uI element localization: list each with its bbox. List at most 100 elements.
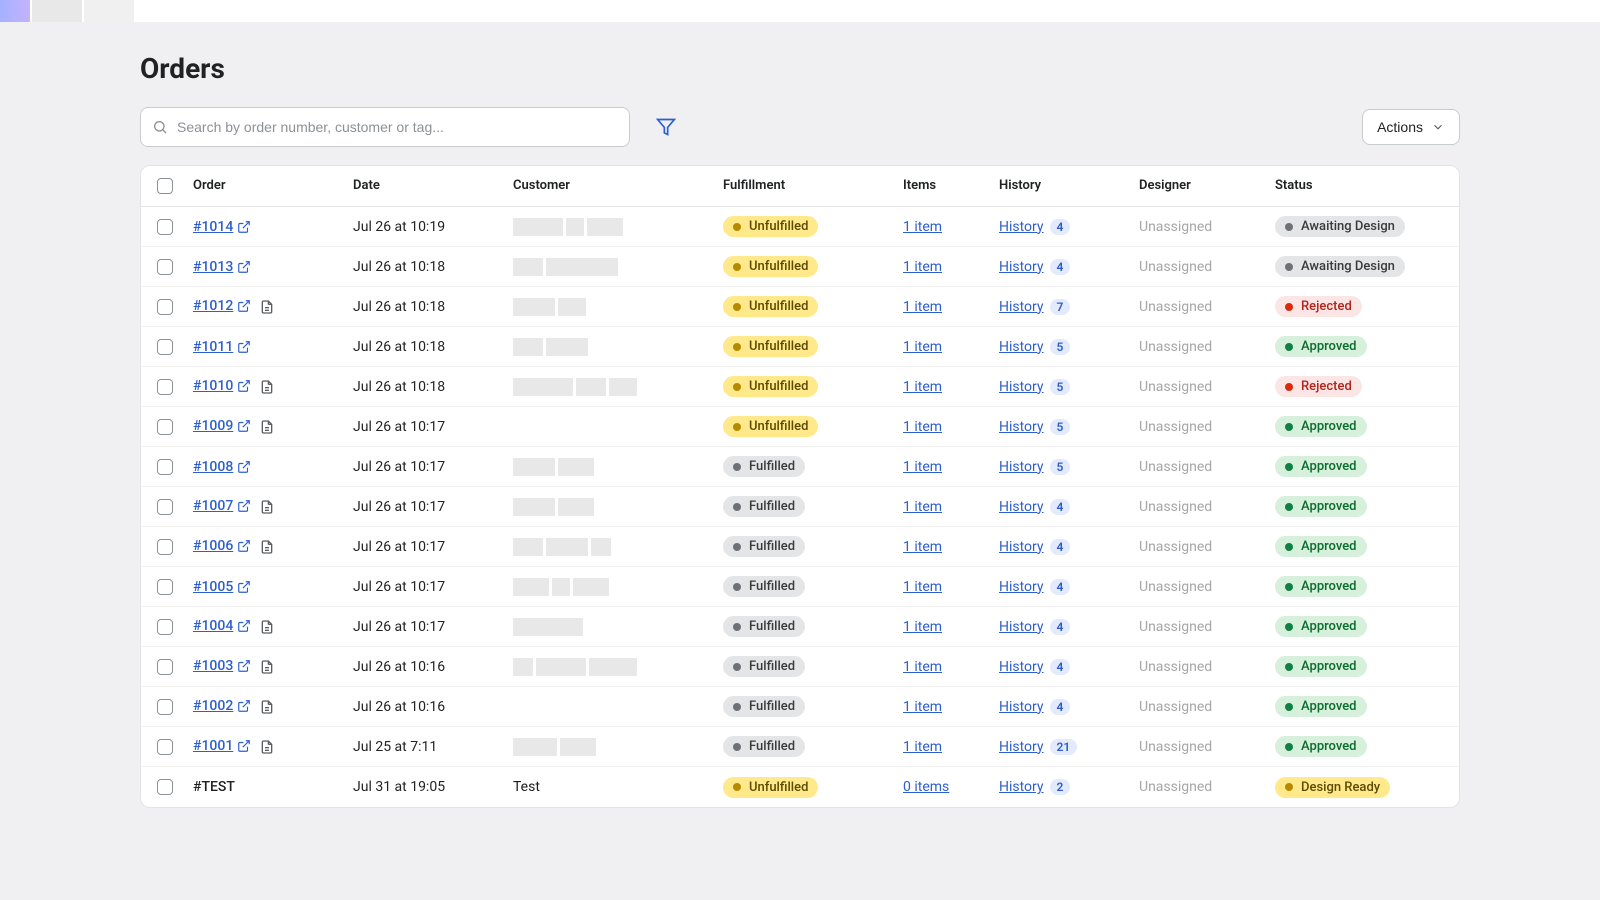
history-link[interactable]: History — [999, 299, 1044, 315]
row-checkbox[interactable] — [157, 779, 173, 795]
external-link-icon — [237, 539, 251, 553]
order-link[interactable]: #1001 — [193, 738, 251, 754]
order-date: Jul 31 at 19:05 — [349, 775, 509, 799]
order-date: Jul 26 at 10:18 — [349, 335, 509, 359]
fulfillment-text: Unfulfilled — [749, 379, 808, 394]
order-link[interactable]: #1014 — [193, 219, 251, 235]
order-date: Jul 26 at 10:18 — [349, 375, 509, 399]
row-checkbox[interactable] — [157, 299, 173, 315]
items-link[interactable]: 1 item — [903, 459, 942, 475]
items-link[interactable]: 1 item — [903, 739, 942, 755]
order-date: Jul 25 at 7:11 — [349, 735, 509, 759]
order-link[interactable]: #1007 — [193, 498, 251, 514]
customer-cell — [509, 254, 719, 280]
order-link[interactable]: #1005 — [193, 579, 251, 595]
order-link[interactable]: #1010 — [193, 378, 251, 394]
designer-cell: Unassigned — [1135, 375, 1271, 399]
history-link[interactable]: History — [999, 379, 1044, 395]
row-checkbox[interactable] — [157, 539, 173, 555]
designer-cell: Unassigned — [1135, 575, 1271, 599]
customer-cell — [509, 374, 719, 400]
order-number: #1012 — [193, 298, 233, 314]
history-link[interactable]: History — [999, 539, 1044, 555]
items-link[interactable]: 1 item — [903, 219, 942, 235]
order-number: #1003 — [193, 658, 233, 674]
items-link[interactable]: 1 item — [903, 299, 942, 315]
history-link[interactable]: History — [999, 219, 1044, 235]
row-checkbox[interactable] — [157, 219, 173, 235]
order-link[interactable]: #1012 — [193, 298, 251, 314]
row-checkbox[interactable] — [157, 419, 173, 435]
order-number: #1013 — [193, 259, 233, 275]
items-link[interactable]: 1 item — [903, 579, 942, 595]
status-text: Approved — [1301, 619, 1357, 634]
select-all-checkbox[interactable] — [157, 178, 173, 194]
customer-cell — [509, 734, 719, 760]
designer-cell: Unassigned — [1135, 695, 1271, 719]
history-link[interactable]: History — [999, 579, 1044, 595]
order-link[interactable]: #1008 — [193, 459, 251, 475]
items-link[interactable]: 1 item — [903, 659, 942, 675]
note-icon — [259, 299, 275, 315]
history-link[interactable]: History — [999, 499, 1044, 515]
history-link[interactable]: History — [999, 339, 1044, 355]
order-number: #1014 — [193, 219, 233, 235]
items-link[interactable]: 1 item — [903, 499, 942, 515]
items-link[interactable]: 0 items — [903, 779, 949, 795]
row-checkbox[interactable] — [157, 499, 173, 515]
table-row: #1009 Jul 26 at 10:17Unfulfilled1 itemHi… — [141, 407, 1459, 447]
history-count: 5 — [1050, 379, 1071, 395]
items-link[interactable]: 1 item — [903, 259, 942, 275]
history-link[interactable]: History — [999, 779, 1044, 795]
fulfillment-badge: Unfulfilled — [723, 777, 818, 798]
fulfillment-badge: Unfulfilled — [723, 216, 818, 237]
order-link[interactable]: #1002 — [193, 698, 251, 714]
items-link[interactable]: 1 item — [903, 419, 942, 435]
customer-cell — [509, 654, 719, 680]
history-link[interactable]: History — [999, 699, 1044, 715]
customer-cell — [509, 534, 719, 560]
history-count: 4 — [1050, 499, 1071, 515]
row-checkbox[interactable] — [157, 459, 173, 475]
history-count: 4 — [1050, 659, 1071, 675]
order-link[interactable]: #1004 — [193, 618, 251, 634]
search-input[interactable] — [140, 107, 630, 147]
items-link[interactable]: 1 item — [903, 619, 942, 635]
fulfillment-text: Unfulfilled — [749, 339, 808, 354]
note-icon — [259, 659, 275, 675]
history-link[interactable]: History — [999, 259, 1044, 275]
filter-button[interactable] — [648, 109, 684, 145]
order-link[interactable]: #1009 — [193, 418, 251, 434]
history-link[interactable]: History — [999, 459, 1044, 475]
row-checkbox[interactable] — [157, 739, 173, 755]
status-badge: Approved — [1275, 696, 1367, 717]
history-link[interactable]: History — [999, 659, 1044, 675]
order-link[interactable]: #1003 — [193, 658, 251, 674]
row-checkbox[interactable] — [157, 259, 173, 275]
items-link[interactable]: 1 item — [903, 379, 942, 395]
row-checkbox[interactable] — [157, 579, 173, 595]
items-link[interactable]: 1 item — [903, 339, 942, 355]
filter-icon — [656, 117, 676, 137]
history-link[interactable]: History — [999, 739, 1044, 755]
table-row: #1002 Jul 26 at 10:16Fulfilled1 itemHist… — [141, 687, 1459, 727]
fulfillment-badge: Unfulfilled — [723, 416, 818, 437]
row-checkbox[interactable] — [157, 339, 173, 355]
order-link[interactable]: #1006 — [193, 538, 251, 554]
order-number: #1005 — [193, 579, 233, 595]
items-link[interactable]: 1 item — [903, 699, 942, 715]
history-link[interactable]: History — [999, 619, 1044, 635]
order-link[interactable]: #1013 — [193, 259, 251, 275]
order-link[interactable]: #1011 — [193, 339, 251, 355]
fulfillment-badge: Fulfilled — [723, 656, 805, 677]
history-link[interactable]: History — [999, 419, 1044, 435]
row-checkbox[interactable] — [157, 659, 173, 675]
row-checkbox[interactable] — [157, 699, 173, 715]
actions-button[interactable]: Actions — [1362, 109, 1460, 145]
row-checkbox[interactable] — [157, 379, 173, 395]
items-link[interactable]: 1 item — [903, 539, 942, 555]
external-link-icon — [237, 499, 251, 513]
note-icon — [259, 739, 275, 755]
row-checkbox[interactable] — [157, 619, 173, 635]
status-badge: Approved — [1275, 656, 1367, 677]
